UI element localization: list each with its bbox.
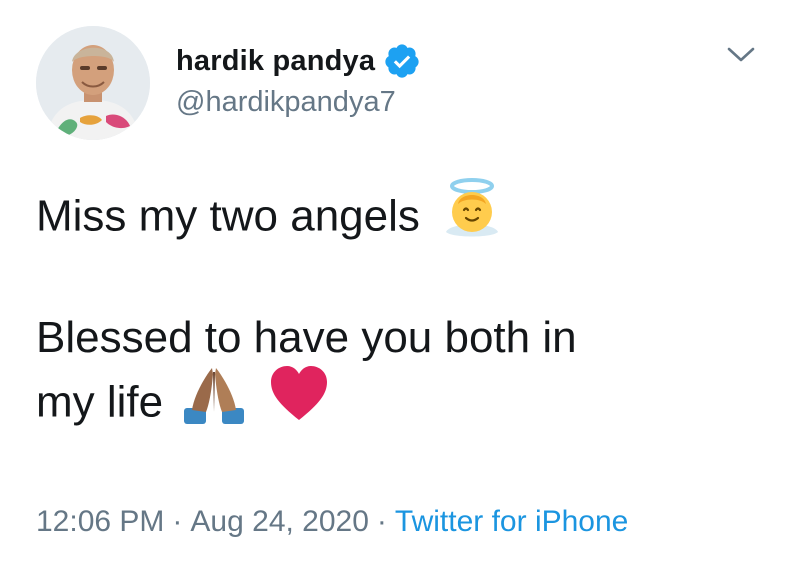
tweet-text-line: my life [36,366,776,444]
tweet-time[interactable]: 12:06 PM [36,505,164,538]
user-handle[interactable]: @hardikpandya7 [176,86,396,119]
tweet-text-line: Miss my two angels [36,178,776,258]
tweet-date[interactable]: Aug 24, 2020 [190,505,369,538]
tweet-card: hardik pandya @hardikpandya7 Miss my two… [0,0,800,572]
tweet-text-line3: my life [36,377,164,427]
tweet-text-line2: Blessed to have you both in [36,313,577,362]
tweet-source-link[interactable]: Twitter for iPhone [395,505,628,538]
red-heart-icon [266,362,332,440]
folded-hands-icon [181,362,247,440]
meta-separator: · [376,505,387,538]
smiling-face-with-halo-icon [438,176,506,254]
avatar[interactable] [36,26,150,140]
display-name[interactable]: hardik pandya [176,45,375,78]
tweet-text-line1: Miss my two angels [36,191,420,241]
meta-separator: · [172,505,183,538]
verified-badge-icon [383,42,421,80]
author-name-row: hardik pandya [176,42,421,80]
avatar-image [36,26,150,140]
tweet-text-line: Blessed to have you both in [36,310,776,366]
tweet-text: Miss my two angels Blessed to have you b… [36,178,776,444]
tweet-metadata: 12:06 PM · Aug 24, 2020 · Twitter for iPhone [36,505,628,539]
chevron-down-icon[interactable] [726,44,756,66]
